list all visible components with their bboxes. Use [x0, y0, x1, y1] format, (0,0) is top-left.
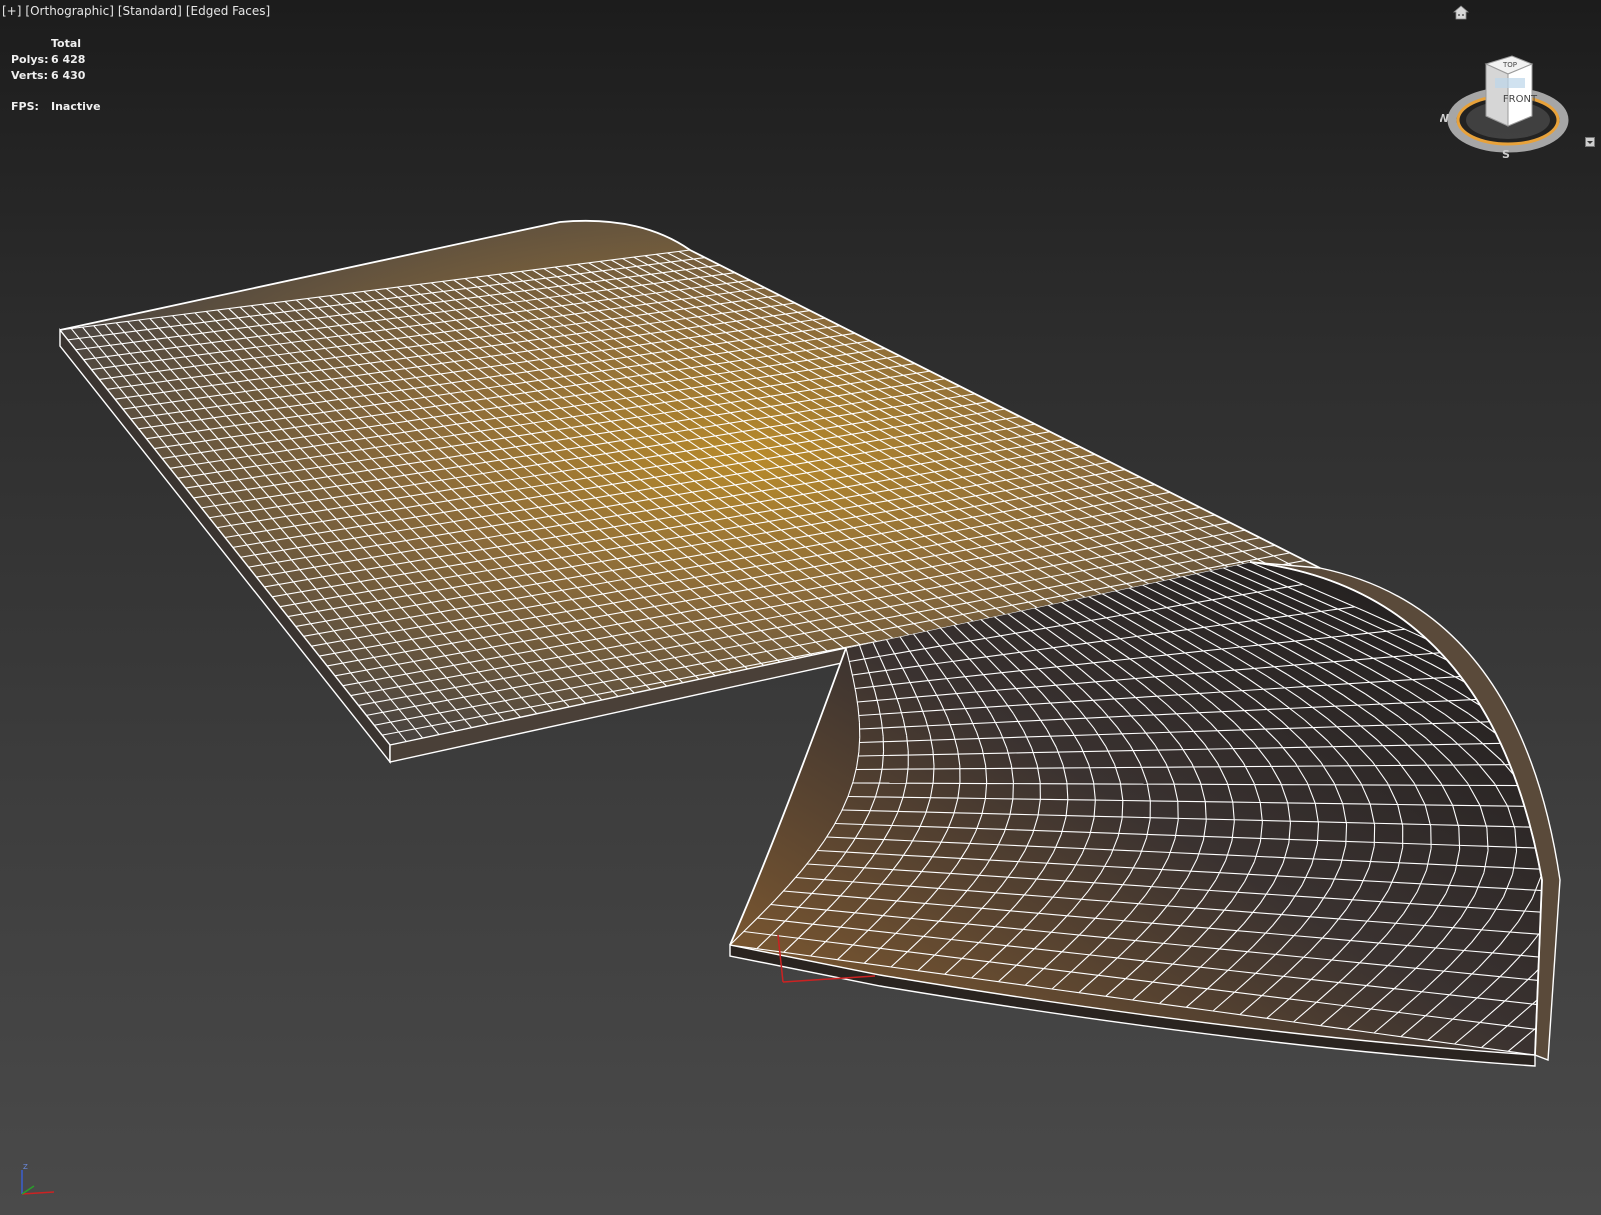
viewport-display-mode[interactable]: [Edged Faces]: [186, 4, 270, 18]
wire-edge: [1318, 821, 1347, 824]
viewcube-front-label[interactable]: FRONT: [1503, 94, 1538, 105]
wire-edge: [1560, 1007, 1588, 1010]
wire-edge: [898, 810, 927, 813]
polys-label: Polys:: [11, 53, 49, 66]
fps-value: Inactive: [51, 100, 101, 113]
menu-dropdown-icon[interactable]: [1585, 137, 1595, 147]
wire-edge: [1430, 824, 1459, 826]
wire-edge: [1121, 800, 1124, 819]
viewport-menu-plus[interactable]: [+]: [2, 4, 21, 18]
wire-edge: [1122, 816, 1151, 819]
wire-edge: [926, 811, 955, 814]
wire-edge: [1012, 782, 1014, 799]
wire-edge: [1262, 819, 1291, 822]
wire-edge: [1550, 736, 1579, 760]
wire-edge: [1556, 982, 1584, 985]
wire-edge: [1591, 954, 1601, 978]
wire-edge: [1565, 1006, 1593, 1031]
stats-header: Total: [51, 37, 82, 50]
statistics-overlay: Total Polys: 6 428 Verts: 6 430 FPS: Inacti…: [11, 36, 101, 115]
wire-edge: [1346, 821, 1375, 824]
wire-edge: [1568, 936, 1597, 938]
viewport-point-of-view[interactable]: [Orthographic]: [25, 4, 113, 18]
wire-edge: [1516, 695, 1540, 699]
wire-edge: [1594, 893, 1601, 895]
wire-edge: [1538, 710, 1542, 736]
viewport-orthographic[interactable]: [+] [Orthographic] [Standard] [Edged Fac…: [0, 0, 1601, 1215]
axis-z-label: Z: [23, 1163, 28, 1171]
wire-edge: [1402, 823, 1431, 826]
wire-edge: [1584, 985, 1601, 988]
verts-label: Verts:: [11, 69, 49, 82]
wire-edge: [842, 809, 871, 812]
wire-edge: [1563, 952, 1586, 976]
wire-edge: [1562, 710, 1599, 735]
home-icon[interactable]: [1452, 4, 1470, 22]
wire-edge: [1038, 814, 1067, 817]
wire-edge: [1563, 807, 1571, 830]
wire-edge: [1583, 915, 1601, 917]
wire-edge: [1150, 817, 1179, 819]
wire-edge: [1234, 819, 1263, 822]
wire-edge: [1578, 960, 1601, 962]
wire-edge: [1010, 813, 1039, 816]
wire-edge: [1206, 818, 1235, 821]
wire-edge: [1528, 719, 1542, 721]
wire-edge: [1571, 830, 1573, 853]
wire-edge: [1579, 760, 1601, 784]
wire-edge: [1458, 824, 1487, 827]
wire-edge: [1575, 735, 1601, 759]
viewcube-top-label[interactable]: TOP: [1502, 61, 1517, 69]
wire-edge: [1575, 784, 1590, 808]
wire-edge: [1590, 807, 1599, 831]
wire-edge: [1573, 849, 1601, 850]
wire-edge: [1486, 825, 1515, 828]
wire-edge: [1571, 828, 1599, 829]
wire-edge: [1178, 817, 1207, 820]
wire-edge: [1586, 928, 1601, 952]
wire-edge: [870, 810, 899, 812]
wire-edge: [1518, 684, 1542, 711]
wire-edge: [1557, 926, 1576, 950]
viewport-label[interactable]: [+] [Orthographic] [Standard] [Edged Fac…: [2, 4, 270, 18]
wire-edge: [1571, 871, 1600, 872]
wire-edge: [1576, 902, 1590, 926]
wire-edge: [1552, 719, 1576, 720]
compass-w-label[interactable]: W: [1440, 112, 1449, 125]
mesh-object[interactable]: [0, 0, 1601, 1215]
fps-label: FPS:: [11, 100, 39, 113]
wire-edge: [954, 812, 983, 815]
viewcube-icon[interactable]: TOP FRONT W S: [1440, 50, 1580, 170]
wire-edge: [1553, 760, 1575, 784]
wire-edge: [1094, 815, 1123, 818]
wire-edge: [1561, 877, 1570, 900]
wire-edge: [1548, 784, 1563, 807]
polys-value: 6 428: [51, 53, 86, 66]
wire-edge: [1596, 939, 1601, 941]
wire-edge: [1590, 878, 1599, 902]
wire-edge: [1066, 815, 1095, 817]
verts-value: 6 430: [51, 69, 86, 82]
wire-edge: [1514, 711, 1542, 737]
wire-edge: [1565, 892, 1594, 894]
wire-edge: [1570, 854, 1573, 877]
wire-edge: [1290, 820, 1319, 823]
wire-edge: [982, 812, 1011, 815]
wire-edge: [1374, 822, 1403, 825]
wire-edge: [1593, 981, 1601, 1006]
compass-s-label[interactable]: S: [1502, 148, 1510, 161]
viewport-shading-standard[interactable]: [Standard]: [118, 4, 182, 18]
wire-edge: [1565, 978, 1591, 1002]
axis-tripod-icon: Z: [21, 1163, 55, 1195]
